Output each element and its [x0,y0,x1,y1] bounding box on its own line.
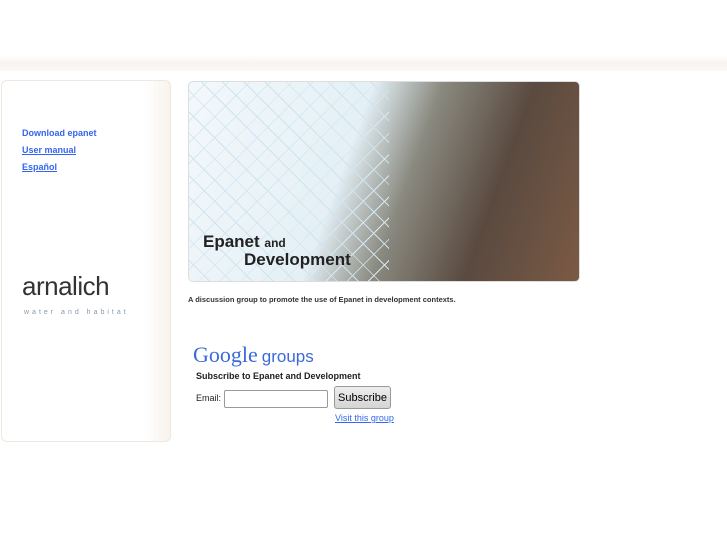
google-logo-text: Google [193,342,258,367]
hero-title-and: and [264,236,286,250]
email-label: Email: [196,393,222,403]
visit-group-link[interactable]: Visit this group [335,413,394,423]
subscribe-button[interactable]: Subscribe [334,386,391,409]
download-epanet-link[interactable]: Download epanet [22,128,97,139]
hero-title-line2: Development [244,250,351,269]
sidebar-nav: Download epanet User manual Español [22,128,97,179]
sidebar: Download epanet User manual Español arna… [1,80,171,442]
user-manual-link[interactable]: User manual [22,145,97,156]
hero-title-word: Epanet [203,232,260,251]
hero-image: Epanet and Development [188,81,580,282]
google-groups-logo: Google groups [193,342,314,368]
subscribe-heading: Subscribe to Epanet and Development [196,371,361,381]
group-description: A discussion group to promote the use of… [188,295,456,304]
hero-title: Epanet and [203,232,286,252]
header-band [0,55,727,71]
espanol-link[interactable]: Español [22,162,97,173]
groups-logo-text: groups [261,347,314,366]
email-input[interactable] [224,390,328,408]
arnalich-logo: arnalich [22,271,110,301]
logo-tagline: water and habitat [24,309,129,316]
